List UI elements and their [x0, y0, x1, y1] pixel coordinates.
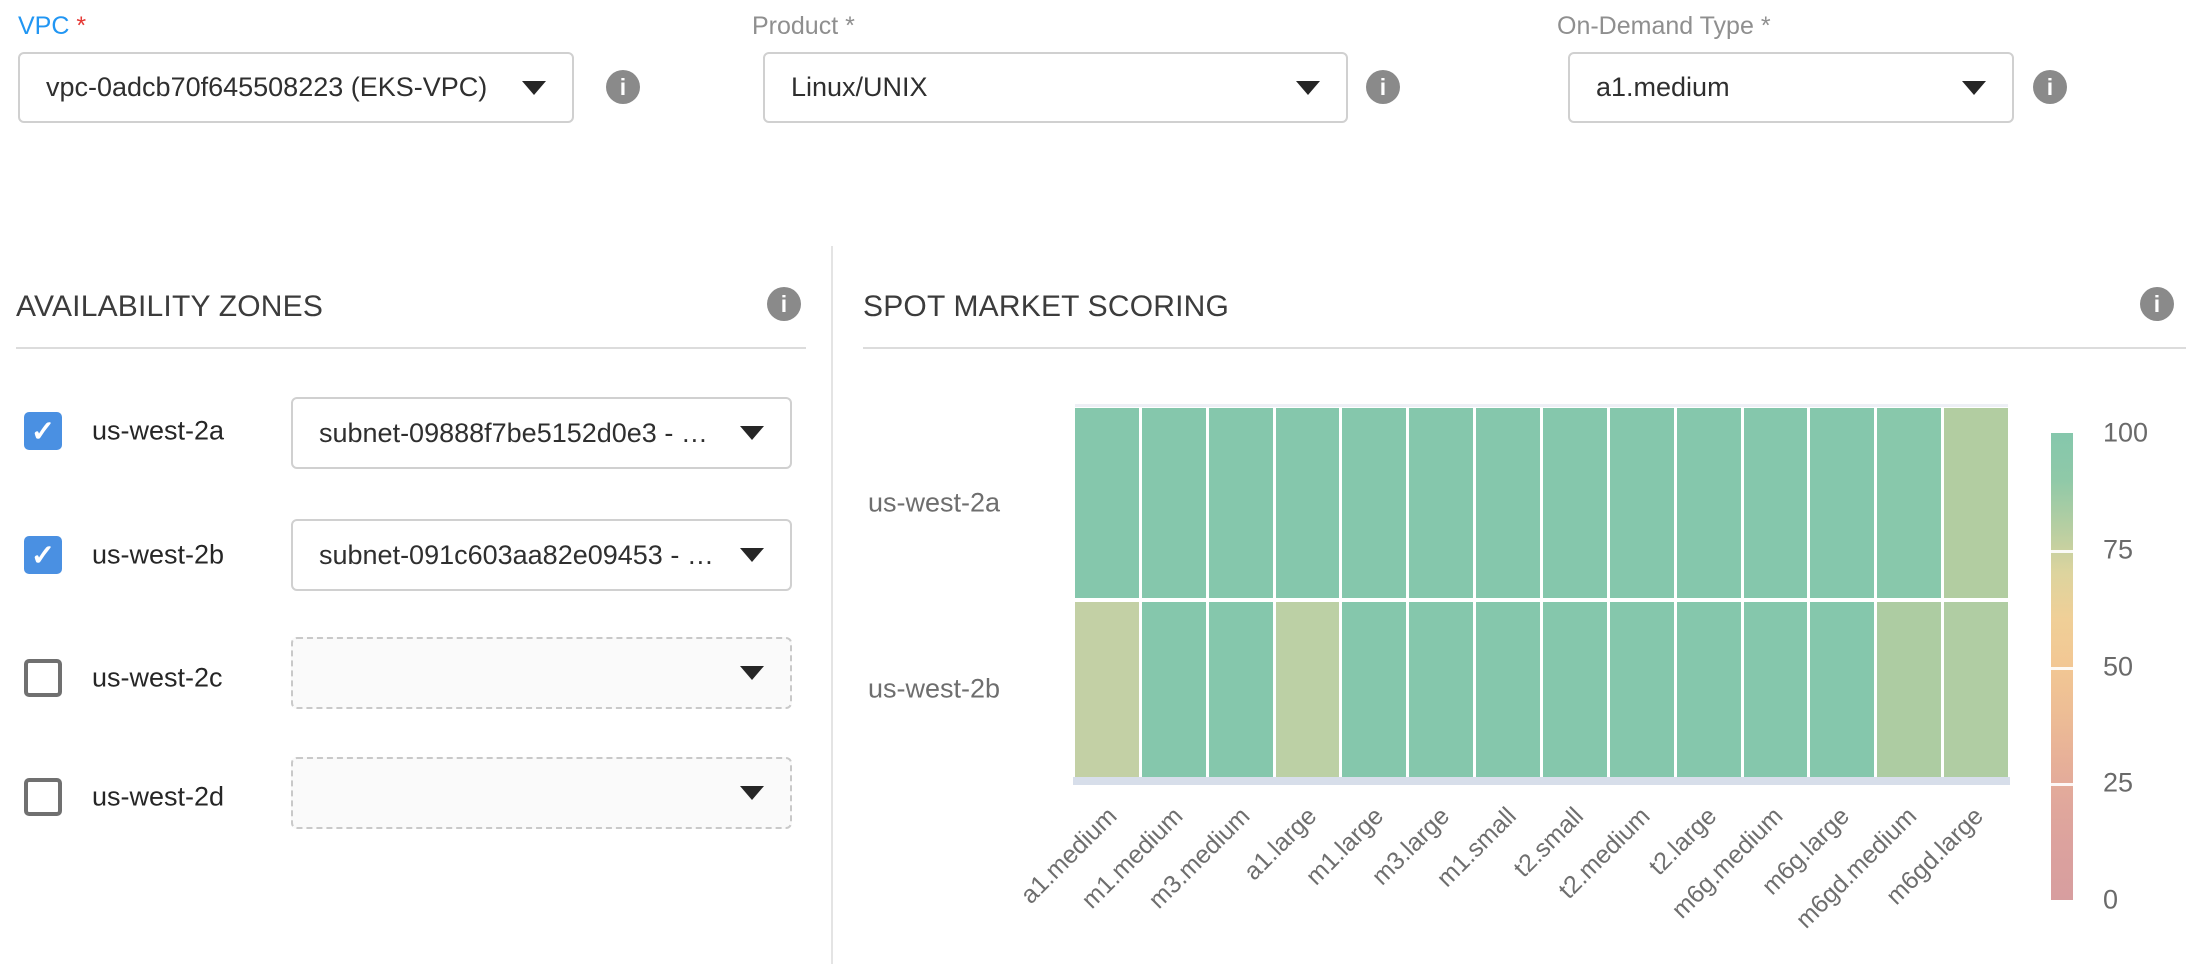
- az-checkbox-us-west-2a[interactable]: ✓: [24, 412, 62, 450]
- heatmap-cell-us-west-2a-m3.medium: [1209, 408, 1273, 598]
- heatmap-cell-us-west-2b-m3.large: [1409, 602, 1473, 777]
- subnet-select-us-west-2d[interactable]: [291, 757, 792, 829]
- heatmap-cell-us-west-2b-m6g.large: [1810, 602, 1874, 777]
- subnet-select-value: subnet-09888f7be5152d0e3 - 192.168...: [319, 418, 722, 449]
- az-label-us-west-2a: us-west-2a: [92, 416, 224, 447]
- required-asterisk: *: [845, 12, 855, 40]
- chevron-down-icon: [740, 426, 764, 440]
- az-checkbox-us-west-2b[interactable]: ✓: [24, 536, 62, 574]
- heatmap-cell-us-west-2b-m3.medium: [1209, 602, 1273, 777]
- az-checkbox-us-west-2c[interactable]: ✓: [24, 659, 62, 697]
- required-asterisk: *: [76, 12, 86, 40]
- product-info-icon[interactable]: i: [1366, 70, 1400, 104]
- chevron-down-icon: [522, 81, 546, 95]
- heatmap-cell-us-west-2a-a1.medium: [1075, 408, 1139, 598]
- heatmap-cell-us-west-2b-t2.large: [1677, 602, 1741, 777]
- heatmap-cell-us-west-2b-m1.large: [1342, 602, 1406, 777]
- az-label-us-west-2b: us-west-2b: [92, 540, 224, 571]
- subnet-select-us-west-2c[interactable]: [291, 637, 792, 709]
- heatmap-cell-us-west-2b-m1.small: [1476, 602, 1540, 777]
- heatmap-y-label-us-west-2b: us-west-2b: [790, 674, 1000, 705]
- section-vertical-divider: [831, 246, 833, 964]
- product-select-value: Linux/UNIX: [791, 72, 1278, 103]
- chevron-down-icon: [1296, 81, 1320, 95]
- chevron-down-icon: [740, 548, 764, 562]
- vpc-info-icon[interactable]: i: [606, 70, 640, 104]
- heatmap-cell-us-west-2a-m1.medium: [1142, 408, 1206, 598]
- spot-scoring-heatmap: [1075, 408, 2008, 777]
- heatmap-cell-us-west-2b-m6gd.large: [1944, 602, 2008, 777]
- checkmark-icon: ✓: [24, 536, 62, 574]
- heatmap-cell-us-west-2b-t2.small: [1543, 602, 1607, 777]
- heatmap-x-axis-line: [1073, 777, 2010, 785]
- heatmap-cell-us-west-2a-m1.small: [1476, 408, 1540, 598]
- colorbar-tick-line: [2051, 550, 2073, 553]
- spot-market-scoring-divider: [863, 347, 2186, 349]
- chevron-down-icon: [740, 666, 764, 680]
- heatmap-cell-us-west-2a-a1.large: [1276, 408, 1340, 598]
- heatmap-cell-us-west-2a-m3.large: [1409, 408, 1473, 598]
- vpc-select-value: vpc-0adcb70f645508223 (EKS-VPC): [46, 72, 504, 103]
- on-demand-type-select-value: a1.medium: [1596, 72, 1944, 103]
- heatmap-cell-us-west-2a-t2.small: [1543, 408, 1607, 598]
- colorbar-tick-line: [2051, 783, 2073, 786]
- chevron-down-icon: [1962, 81, 1986, 95]
- heatmap-cell-us-west-2b-a1.large: [1276, 602, 1340, 777]
- heatmap-row-us-west-2b: [1075, 602, 2008, 777]
- heatmap-cell-us-west-2a-m6g.medium: [1744, 408, 1808, 598]
- colorbar-tick-100: 100: [2103, 418, 2148, 449]
- heatmap-cell-us-west-2b-m6gd.medium: [1877, 602, 1941, 777]
- chevron-down-icon: [740, 786, 764, 800]
- checkmark-icon: ✓: [24, 412, 62, 450]
- heatmap-top-border: [1075, 404, 2008, 407]
- heatmap-y-label-us-west-2a: us-west-2a: [790, 488, 1000, 519]
- heatmap-cell-us-west-2b-a1.medium: [1075, 602, 1139, 777]
- availability-zones-info-icon[interactable]: i: [767, 287, 801, 321]
- colorbar-tick-line: [2051, 667, 2073, 670]
- heatmap-cell-us-west-2a-m6gd.medium: [1877, 408, 1941, 598]
- on-demand-type-info-icon[interactable]: i: [2033, 70, 2067, 104]
- colorbar-tick-25: 25: [2103, 768, 2133, 799]
- az-checkbox-us-west-2d[interactable]: ✓: [24, 778, 62, 816]
- on-demand-type-label: On-Demand Type *: [1557, 12, 1771, 41]
- availability-zones-divider: [16, 347, 806, 349]
- az-label-us-west-2c: us-west-2c: [92, 663, 223, 694]
- az-label-us-west-2d: us-west-2d: [92, 782, 224, 813]
- required-asterisk: *: [1761, 12, 1771, 40]
- heatmap-colorbar: [2051, 433, 2073, 900]
- colorbar-tick-75: 75: [2103, 534, 2133, 565]
- spot-market-scoring-title: SPOT MARKET SCORING: [863, 290, 1229, 324]
- product-label: Product *: [752, 12, 855, 41]
- heatmap-row-us-west-2a: [1075, 408, 2008, 598]
- on-demand-type-select[interactable]: a1.medium: [1568, 52, 2014, 123]
- heatmap-cell-us-west-2a-m6gd.large: [1944, 408, 2008, 598]
- availability-zones-title: AVAILABILITY ZONES: [16, 290, 323, 324]
- heatmap-cell-us-west-2a-m1.large: [1342, 408, 1406, 598]
- heatmap-cell-us-west-2a-t2.medium: [1610, 408, 1674, 598]
- subnet-select-us-west-2a[interactable]: subnet-09888f7be5152d0e3 - 192.168...: [291, 397, 792, 469]
- vpc-label: VPC *: [18, 12, 86, 41]
- spot-configuration-screen: VPC * vpc-0adcb70f645508223 (EKS-VPC) i …: [0, 0, 2196, 964]
- spot-market-scoring-info-icon[interactable]: i: [2140, 287, 2174, 321]
- vpc-select[interactable]: vpc-0adcb70f645508223 (EKS-VPC): [18, 52, 574, 123]
- heatmap-cell-us-west-2b-m6g.medium: [1744, 602, 1808, 777]
- heatmap-cell-us-west-2b-t2.medium: [1610, 602, 1674, 777]
- subnet-select-us-west-2b[interactable]: subnet-091c603aa82e09453 - 192.168...: [291, 519, 792, 591]
- colorbar-tick-50: 50: [2103, 651, 2133, 682]
- subnet-select-value: subnet-091c603aa82e09453 - 192.168...: [319, 540, 722, 571]
- heatmap-cell-us-west-2b-m1.medium: [1142, 602, 1206, 777]
- heatmap-cell-us-west-2a-t2.large: [1677, 408, 1741, 598]
- colorbar-tick-0: 0: [2103, 885, 2118, 916]
- product-select[interactable]: Linux/UNIX: [763, 52, 1348, 123]
- heatmap-cell-us-west-2a-m6g.large: [1810, 408, 1874, 598]
